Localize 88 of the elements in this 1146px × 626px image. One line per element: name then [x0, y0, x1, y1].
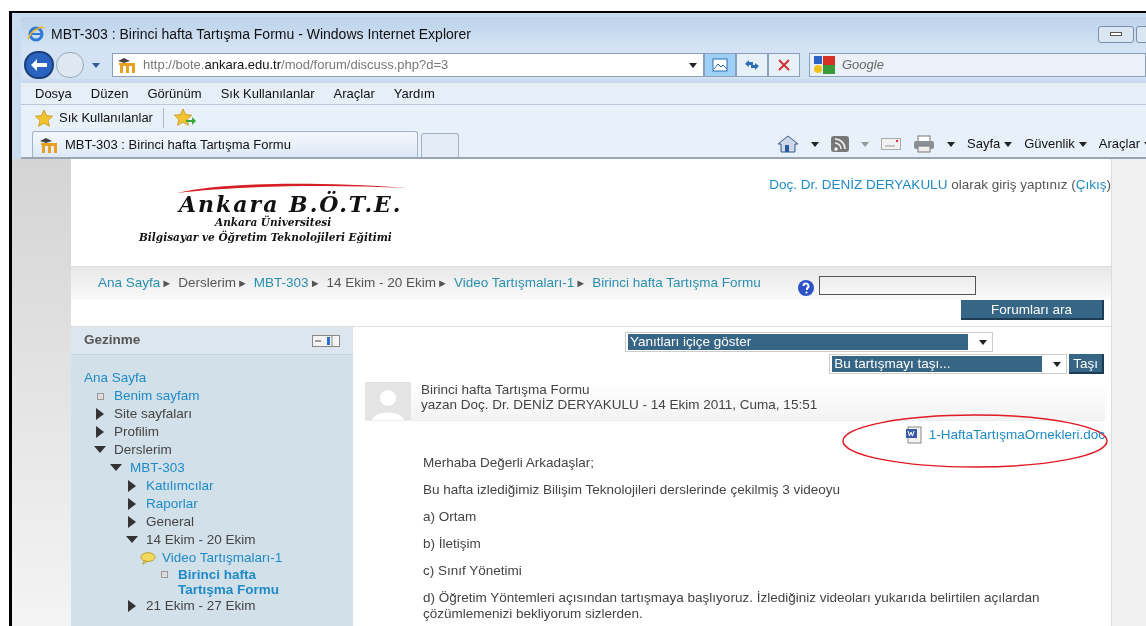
site-logo[interactable]: Ankara B.Ö.T.E. Ankara Üniversitesi Bilgisayar ve Öğretim Teknolojileri Eğitimi — [139, 183, 439, 247]
url-text: http://bote.ankara.edu.tr/mod/forum/discuss.php?d=3 — [143, 56, 449, 75]
breadcrumb-link[interactable]: Derslerim — [178, 273, 236, 294]
add-favorite-icon[interactable] — [173, 109, 196, 127]
post-paragraph: a) Ortam — [423, 509, 478, 526]
bullet-icon — [96, 392, 104, 400]
dock-icon[interactable] — [312, 334, 340, 347]
logout-paren: ( — [1071, 177, 1076, 192]
post-paragraph: Merhaba Değerli Arkadaşlar; — [423, 455, 596, 472]
address-field[interactable]: http://bote.ankara.edu.tr/mod/forum/discuss.php?d=3 — [112, 53, 704, 77]
post-paragraph: d) Öğretim Yöntemleri açısından tartışmaya başlıyoruz. İzlediğiniz videoları yukarıda belirtilen açılardan çözümlemenizi bekliyorum sizlerden. — [423, 590, 1041, 623]
caret-icon — [811, 141, 819, 147]
command-menu-button[interactable]: Sayfa — [967, 134, 1013, 154]
expanded-arrow-icon[interactable] — [126, 536, 138, 544]
menu-item[interactable]: Görünüm — [147, 83, 202, 104]
logo-icon — [39, 136, 59, 153]
browser-tab[interactable]: MBT-303 : Birinci hafta Tartışma Formu — [32, 131, 418, 157]
caret-icon — [947, 141, 955, 147]
close-icon — [778, 59, 790, 71]
breadcrumb-separator: ► — [437, 276, 448, 292]
caret-icon — [861, 141, 869, 147]
logo-title: Ankara B.Ö.T.E. — [179, 193, 403, 215]
search-input[interactable]: Google — [842, 55, 1042, 75]
user-link[interactable]: Doç. Dr. DENİZ DERYAKULU — [769, 177, 948, 192]
block-title: Gezinme — [84, 331, 141, 350]
favorites-button[interactable]: Sık Kullanılanlar — [59, 108, 153, 128]
caret-icon — [92, 62, 100, 68]
menu-item[interactable]: Yardım — [393, 83, 435, 104]
menu-item[interactable]: Düzen — [90, 83, 129, 104]
back-arrow-icon — [31, 59, 47, 71]
compatibility-button[interactable] — [704, 53, 736, 77]
collapsed-arrow-icon[interactable] — [96, 408, 104, 420]
move-button[interactable]: Taşı — [1069, 354, 1104, 374]
command-menu-button[interactable]: Araçlar — [1098, 134, 1146, 154]
command-menu-button[interactable]: Güvenlik — [1024, 134, 1087, 154]
logo-tagline: Bilgisayar ve Öğretim Teknolojileri Eğitimi — [139, 229, 392, 245]
post-byline: yazan Doç. Dr. DENİZ DERYAKULU - 14 Ekim 2011, Cuma, 15:51 — [421, 397, 818, 412]
caret-icon — [689, 62, 697, 68]
caret-icon — [1078, 141, 1087, 147]
browser-logo-icon — [27, 25, 45, 43]
logout-link[interactable]: Çıkış — [1075, 177, 1107, 192]
broken-page-icon — [712, 58, 728, 72]
stop-button[interactable] — [768, 53, 800, 77]
logout-paren: ) — [1106, 177, 1111, 192]
menu-item[interactable]: Sık Kullanılanlar — [220, 83, 315, 104]
search-forums-button[interactable]: Forumları ara — [961, 300, 1104, 320]
back-button[interactable] — [24, 51, 54, 79]
caret-icon — [1004, 141, 1013, 147]
post-paragraph: c) Sınıf Yönetimi — [423, 563, 523, 580]
move-discussion-select[interactable]: Bu tartışmayı taşı... — [829, 354, 1068, 374]
post-paragraph: Bu hafta izlediğimiz Bilişim Teknolojileri derslerinde çekilmiş 3 videoyu — [423, 482, 841, 499]
home-icon[interactable] — [777, 135, 799, 153]
caret-icon — [979, 339, 987, 345]
help-icon[interactable] — [796, 278, 815, 297]
forum-search-field[interactable] — [818, 276, 976, 295]
window-title: MBT-303 : Birinci hafta Tartışma Formu - Windows Internet Explorer — [51, 24, 471, 44]
breadcrumb-link[interactable]: 14 Ekim - 20 Ekim — [326, 273, 437, 294]
display-mode-select[interactable]: Yanıtları içiçe göster — [625, 332, 993, 352]
refresh-icon — [744, 59, 760, 71]
collapsed-arrow-icon[interactable] — [128, 600, 136, 612]
document-icon — [904, 426, 923, 445]
breadcrumb-separator: ► — [575, 276, 587, 292]
post-subject: Birinci hafta Tartışma Formu — [421, 382, 591, 397]
breadcrumb-separator: ► — [161, 276, 173, 292]
minimize-button[interactable] — [1098, 25, 1134, 43]
star-icon[interactable] — [35, 109, 53, 127]
breadcrumb-separator: ► — [309, 276, 321, 292]
caret-icon — [1053, 361, 1062, 367]
collapsed-arrow-icon[interactable] — [128, 480, 136, 492]
logo-icon — [117, 57, 137, 73]
logo-subtitle: Ankara Üniversitesi — [215, 215, 332, 229]
menu-item[interactable]: Dosya — [35, 83, 72, 104]
post-paragraph: b) İletişim — [423, 536, 482, 553]
collapsed-arrow-icon[interactable] — [128, 516, 136, 528]
print-icon[interactable] — [913, 135, 935, 153]
expanded-arrow-icon[interactable] — [94, 446, 106, 454]
collapsed-arrow-icon[interactable] — [96, 426, 104, 438]
breadcrumb-separator: ► — [236, 276, 248, 292]
speech-bubble-icon — [140, 551, 156, 565]
bullet-icon — [160, 571, 168, 578]
menu-item[interactable]: Araçlar — [333, 83, 375, 104]
feed-icon[interactable] — [831, 136, 849, 152]
search-field[interactable]: Google — [809, 53, 1146, 77]
search-provider-icon — [814, 56, 836, 74]
expanded-arrow-icon[interactable] — [110, 464, 122, 472]
login-text: olarak giriş yaptınız — [951, 177, 1068, 192]
refresh-button[interactable] — [736, 53, 768, 77]
collapsed-arrow-icon[interactable] — [128, 498, 136, 510]
